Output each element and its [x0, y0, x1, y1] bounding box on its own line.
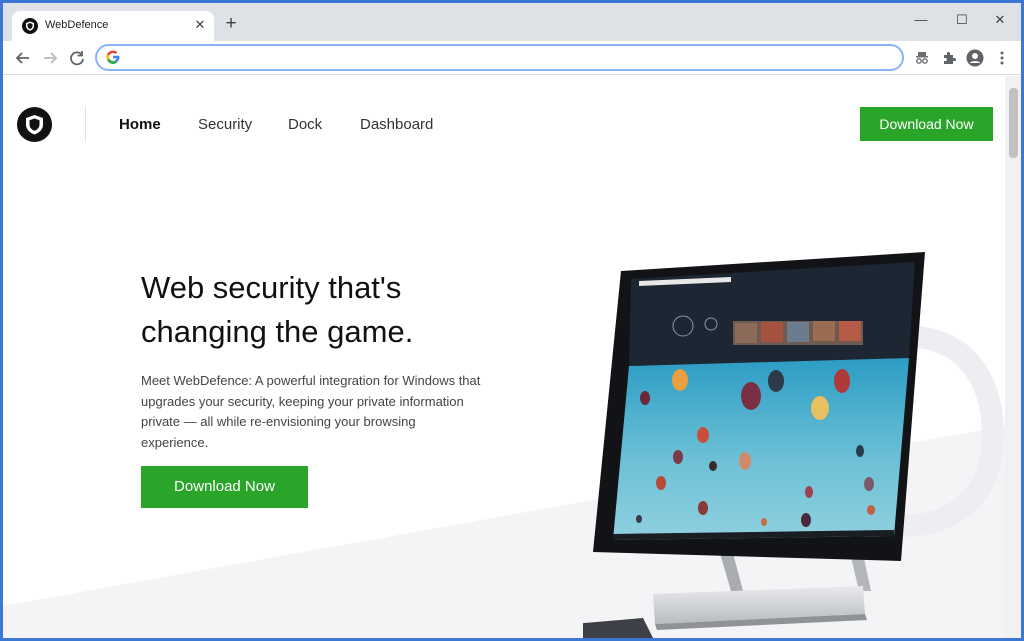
hero-title-line-1: Web security that's [141, 270, 402, 305]
address-bar[interactable] [95, 44, 904, 71]
incognito-icon[interactable] [912, 48, 932, 68]
close-tab-icon[interactable]: ✕ [192, 17, 208, 33]
google-icon [106, 50, 120, 64]
shield-icon [26, 115, 43, 135]
profile-icon[interactable] [965, 48, 985, 68]
minimize-button[interactable]: — [906, 9, 936, 31]
forward-icon[interactable] [39, 47, 61, 69]
nav-security[interactable]: Security [198, 116, 252, 133]
header-divider [85, 106, 86, 142]
browser-window: WebDefence ✕ + — ☐ ✕ Home Security Dock … [3, 3, 1021, 638]
hero-download-button[interactable]: Download Now [141, 466, 308, 508]
tab-webdefence[interactable]: WebDefence ✕ [12, 11, 214, 41]
extensions-icon[interactable] [939, 48, 959, 68]
tab-title: WebDefence [45, 19, 109, 31]
back-icon[interactable] [12, 47, 34, 69]
surface-studio-image [583, 252, 925, 638]
tab-strip: WebDefence ✕ + — ☐ ✕ [3, 3, 1021, 41]
reload-icon[interactable] [66, 47, 88, 69]
browser-toolbar [3, 41, 1021, 75]
nav-dock[interactable]: Dock [288, 116, 322, 133]
nav-home[interactable]: Home [119, 116, 161, 133]
close-window-button[interactable]: ✕ [985, 9, 1015, 31]
page-scrollbar[interactable] [1005, 76, 1021, 638]
hero-title: Web security that's changing the game. [141, 266, 541, 354]
hero-title-line-2: changing the game. [141, 314, 414, 349]
nav-dashboard[interactable]: Dashboard [360, 116, 433, 133]
webpage: Home Security Dock Dashboard Download No… [3, 76, 1005, 638]
maximize-button[interactable]: ☐ [947, 9, 977, 31]
scrollbar-thumb[interactable] [1009, 88, 1018, 158]
new-tab-button[interactable]: + [221, 14, 241, 35]
menu-icon[interactable] [992, 48, 1012, 68]
webdefence-logo[interactable] [17, 107, 52, 142]
hero-description: Meet WebDefence: A powerful integration … [141, 373, 481, 450]
header-download-button[interactable]: Download Now [860, 107, 993, 141]
shield-icon [22, 18, 38, 34]
